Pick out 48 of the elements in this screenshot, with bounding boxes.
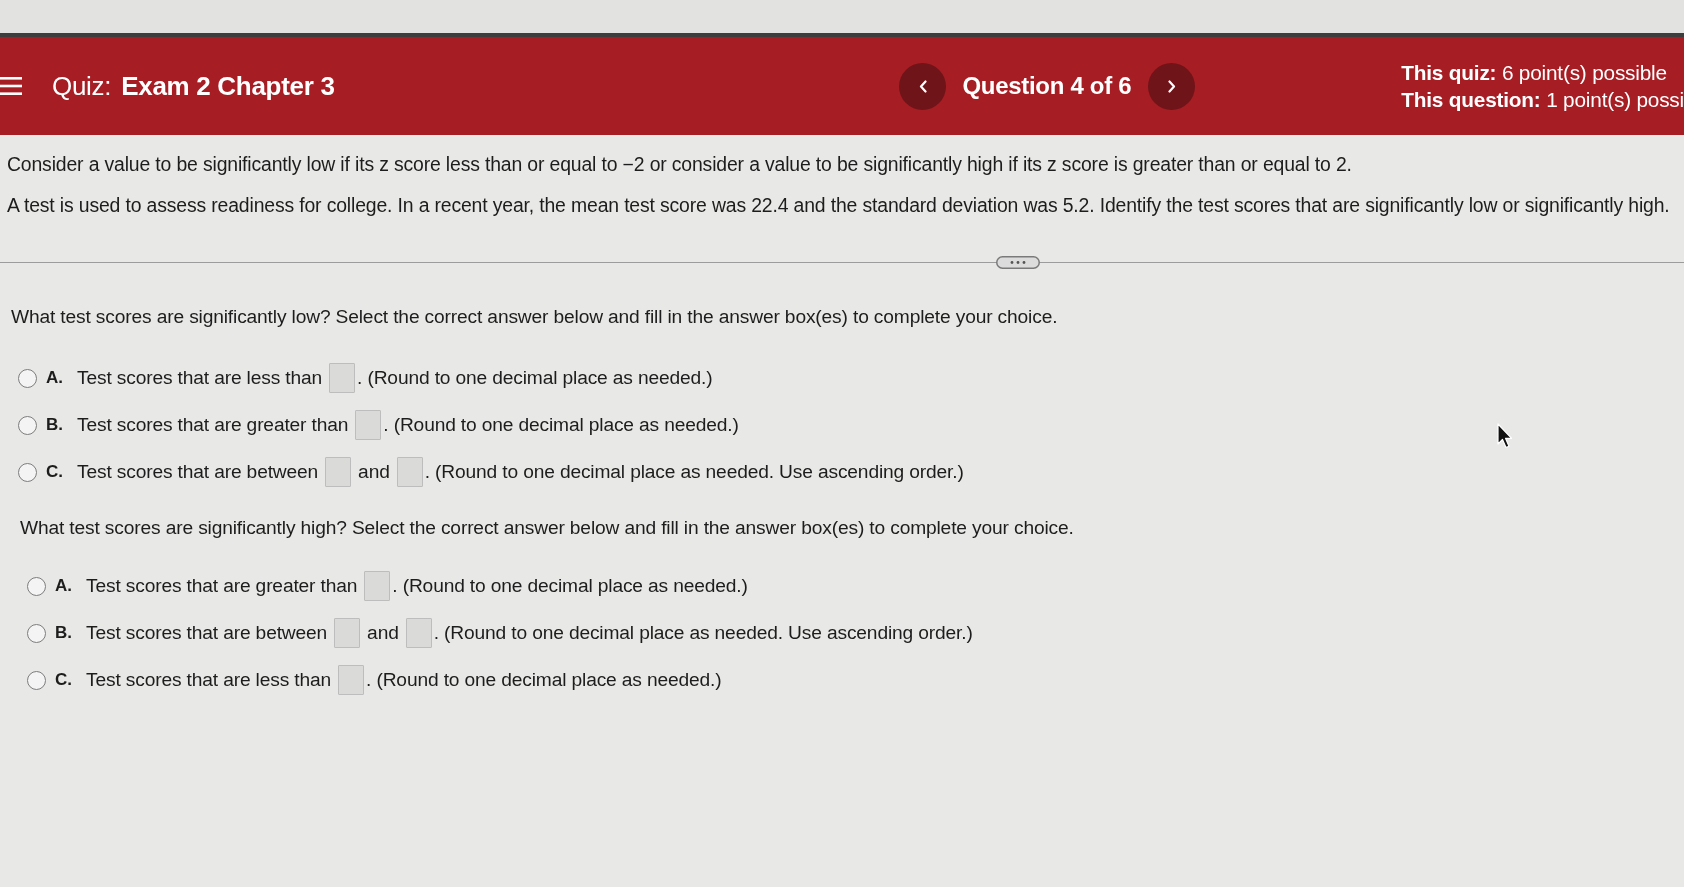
option-letter: C. (46, 461, 64, 484)
option-text: Test scores that are between (86, 620, 328, 645)
radio-button[interactable] (27, 576, 46, 596)
option-text: . (Round to one decimal place as needed.) (357, 365, 713, 390)
question-text: A test is used to assess readiness for college. In a recent year, the mean test score was 22.4 and the standard deviation was 5.2. Identify the test scores that are significantly low or significantly high. (7, 193, 1671, 217)
option-text: and (358, 459, 390, 484)
answer-box[interactable] (364, 571, 391, 601)
option-letter: B. (46, 414, 64, 437)
option-text: and (367, 620, 399, 645)
mouse-pointer-icon (1497, 423, 1513, 449)
option-letter: C. (55, 669, 73, 692)
question-prompt: What test scores are significantly high? Select the correct answer below and fill in the answer box(es) to complete your choice. (20, 516, 1075, 540)
option-text: Test scores that are less than (86, 667, 332, 692)
option-text: . (Round to one decimal place as needed.) (366, 667, 722, 692)
option-text: . (Round to one decimal place as needed.) (392, 573, 748, 598)
question-counter: Question 4 of 6 (962, 71, 1132, 101)
radio-button[interactable] (27, 670, 46, 690)
chevron-right-icon (1167, 79, 1176, 93)
points-info: This question: 1 point(s) possi (1401, 87, 1684, 113)
answer-box[interactable] (355, 410, 382, 440)
answer-box[interactable] (334, 618, 361, 648)
points-info: This quiz: 6 point(s) possible (1401, 60, 1668, 86)
quiz-title: Exam 2 Chapter 3 (121, 69, 335, 103)
question-prompt: What test scores are significantly low? Select the correct answer below and fill in the answer box(es) to complete your choice. (11, 305, 1059, 329)
menu-icon[interactable] (0, 76, 24, 96)
radio-button[interactable] (27, 623, 46, 643)
option-letter: A. (55, 575, 73, 598)
radio-button[interactable] (18, 415, 37, 435)
answer-box[interactable] (329, 363, 356, 393)
option-letter: A. (46, 367, 64, 390)
option-text: Test scores that are greater than (77, 412, 349, 437)
option-text: . (Round to one decimal place as needed.) (383, 412, 739, 437)
drag-handle-icon[interactable] (996, 256, 1040, 269)
option-text: Test scores that are less than (77, 365, 323, 390)
quiz-label: Quiz: (52, 69, 112, 103)
chevron-left-icon (918, 79, 927, 93)
answer-box[interactable] (325, 457, 352, 487)
answer-box[interactable] (396, 457, 423, 487)
option-text: . (Round to one decimal place as needed. Use ascending order.) (433, 620, 973, 645)
option-text: Test scores that are greater than (86, 573, 358, 598)
answer-box[interactable] (405, 618, 432, 648)
radio-button[interactable] (18, 368, 37, 388)
answer-box[interactable] (338, 665, 365, 695)
radio-button[interactable] (18, 462, 37, 482)
question-text: Consider a value to be significantly low if its z score less than or equal to −2 or consider a value to be significantly high if its z score is greater than or equal to 2. (7, 152, 1353, 176)
option-text: . (Round to one decimal place as needed. Use ascending order.) (424, 459, 964, 484)
option-letter: B. (55, 622, 73, 645)
option-text: Test scores that are between (77, 459, 319, 484)
